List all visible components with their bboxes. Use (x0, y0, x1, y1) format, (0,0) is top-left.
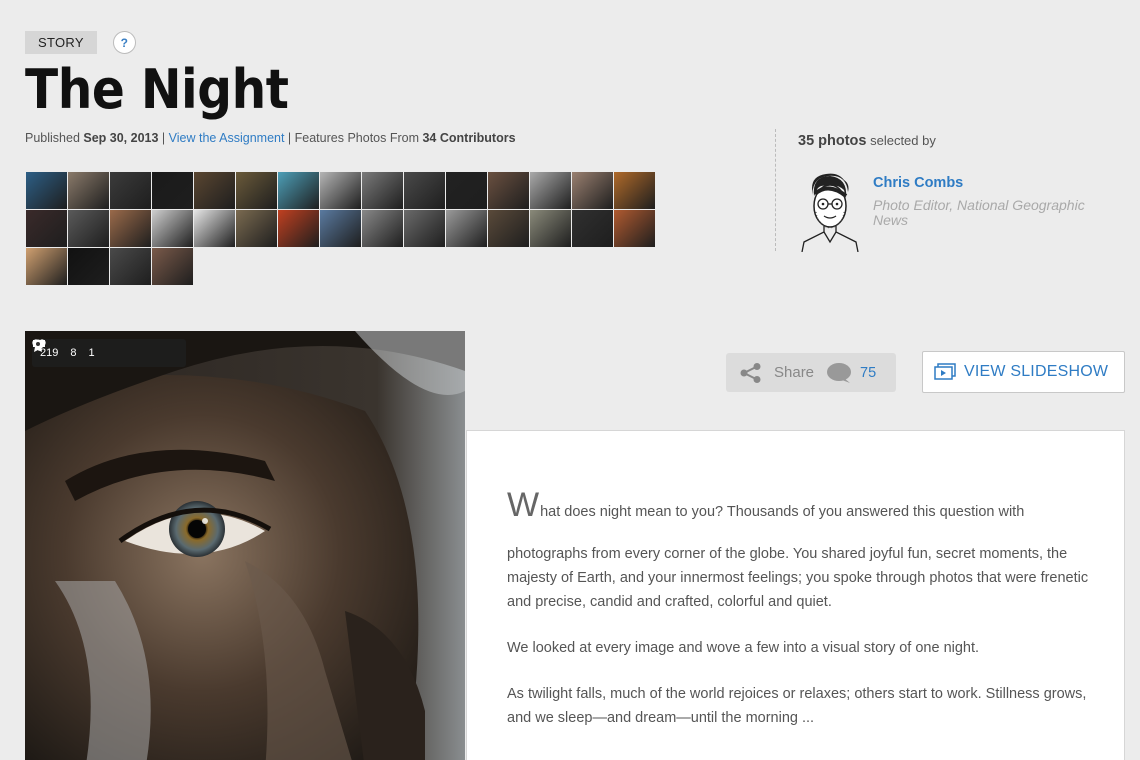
photo-stats-bar: 219 8 1 (32, 339, 186, 367)
contributor-avatar[interactable] (194, 172, 235, 209)
contributor-avatar[interactable] (446, 172, 487, 209)
contributor-avatar[interactable] (68, 248, 109, 285)
features-text: | Features Photos From (284, 131, 423, 145)
intro-paragraph-1: What does night mean to you? Thousands o… (507, 488, 1097, 524)
contributor-avatar[interactable] (530, 172, 571, 209)
story-meta: Published Sep 30, 2013 | View the Assign… (25, 131, 516, 145)
comments-count-link[interactable]: 75 (860, 365, 876, 381)
contributor-avatar[interactable] (68, 172, 109, 209)
contributor-avatar-grid (26, 172, 656, 286)
share-bar: Share 75 (726, 353, 896, 392)
comment-count-photo: 8 (70, 347, 77, 359)
contributor-avatar[interactable] (110, 248, 151, 285)
story-header-row: STORY ? (25, 31, 136, 54)
selected-by-line: 35 photos selected by (798, 133, 936, 149)
view-assignment-link[interactable]: View the Assignment (169, 131, 285, 145)
meta-separator: | (158, 131, 169, 145)
contributor-avatar[interactable] (488, 210, 529, 247)
contributor-avatar[interactable] (488, 172, 529, 209)
contributor-avatar[interactable] (68, 210, 109, 247)
contributor-avatar[interactable] (614, 210, 655, 247)
contributor-avatar[interactable] (446, 210, 487, 247)
contributor-avatar[interactable] (278, 210, 319, 247)
view-slideshow-button[interactable]: VIEW SLIDESHOW (922, 351, 1125, 393)
contributor-avatar[interactable] (152, 172, 193, 209)
editor-avatar[interactable] (798, 170, 860, 252)
contributor-avatar[interactable] (572, 172, 613, 209)
contributor-avatar[interactable] (362, 210, 403, 247)
editor-name-link[interactable]: Chris Combs (873, 175, 963, 191)
contributor-avatar[interactable] (320, 172, 361, 209)
award-stat[interactable]: 1 (33, 339, 95, 359)
contributor-avatar[interactable] (152, 210, 193, 247)
contributors-count: 34 Contributors (422, 131, 516, 145)
intro-paragraph-1-cont: photographs from every corner of the glo… (507, 546, 1089, 610)
contributor-avatar[interactable] (404, 210, 445, 247)
contributor-avatar[interactable] (278, 172, 319, 209)
chat-bubble-icon[interactable] (826, 362, 852, 384)
published-prefix: Published (25, 131, 84, 145)
editor-role: Photo Editor, National Geographic News (873, 197, 1085, 228)
view-slideshow-label: VIEW SLIDESHOW (964, 363, 1109, 380)
award-icon (33, 339, 43, 352)
comment-stat[interactable]: 8 (33, 340, 77, 359)
share-icon[interactable] (740, 362, 762, 383)
story-badge: STORY (25, 31, 97, 54)
drop-cap: W (507, 486, 540, 524)
intro-paragraph-1-rest: hat does night mean to you? Thousands of… (540, 504, 1025, 520)
contributor-avatar[interactable] (362, 172, 403, 209)
contributor-avatar[interactable] (572, 210, 613, 247)
contributor-avatar[interactable] (236, 172, 277, 209)
story-cover-photo[interactable]: 219 8 1 (25, 331, 465, 760)
intro-paragraph-2: We looked at every image and wove a few … (507, 640, 980, 656)
page-title: The Night (25, 58, 289, 121)
question-icon[interactable]: ? (112, 31, 136, 54)
portrait-image (25, 331, 465, 760)
divider (775, 129, 776, 251)
contributor-avatar[interactable] (194, 210, 235, 247)
contributor-avatar[interactable] (320, 210, 361, 247)
story-intro-card: What does night mean to you? Thousands o… (466, 430, 1125, 760)
contributor-avatar[interactable] (236, 210, 277, 247)
contributor-avatar[interactable] (152, 248, 193, 285)
contributor-avatar[interactable] (110, 210, 151, 247)
intro-paragraph-3: As twilight falls, much of the world rej… (507, 686, 1087, 726)
contributor-avatar[interactable] (26, 172, 67, 209)
contributor-avatar[interactable] (530, 210, 571, 247)
share-button[interactable]: Share (774, 364, 814, 381)
contributor-avatar[interactable] (26, 210, 67, 247)
published-date: Sep 30, 2013 (83, 131, 159, 145)
photo-count: 35 photos (798, 133, 867, 149)
contributor-avatar[interactable] (404, 172, 445, 209)
slideshow-icon (934, 363, 956, 380)
contributor-avatar[interactable] (26, 248, 67, 285)
contributor-avatar[interactable] (614, 172, 655, 209)
award-count: 1 (88, 347, 95, 359)
contributor-avatar[interactable] (110, 172, 151, 209)
selected-by-label: selected by (866, 133, 936, 148)
